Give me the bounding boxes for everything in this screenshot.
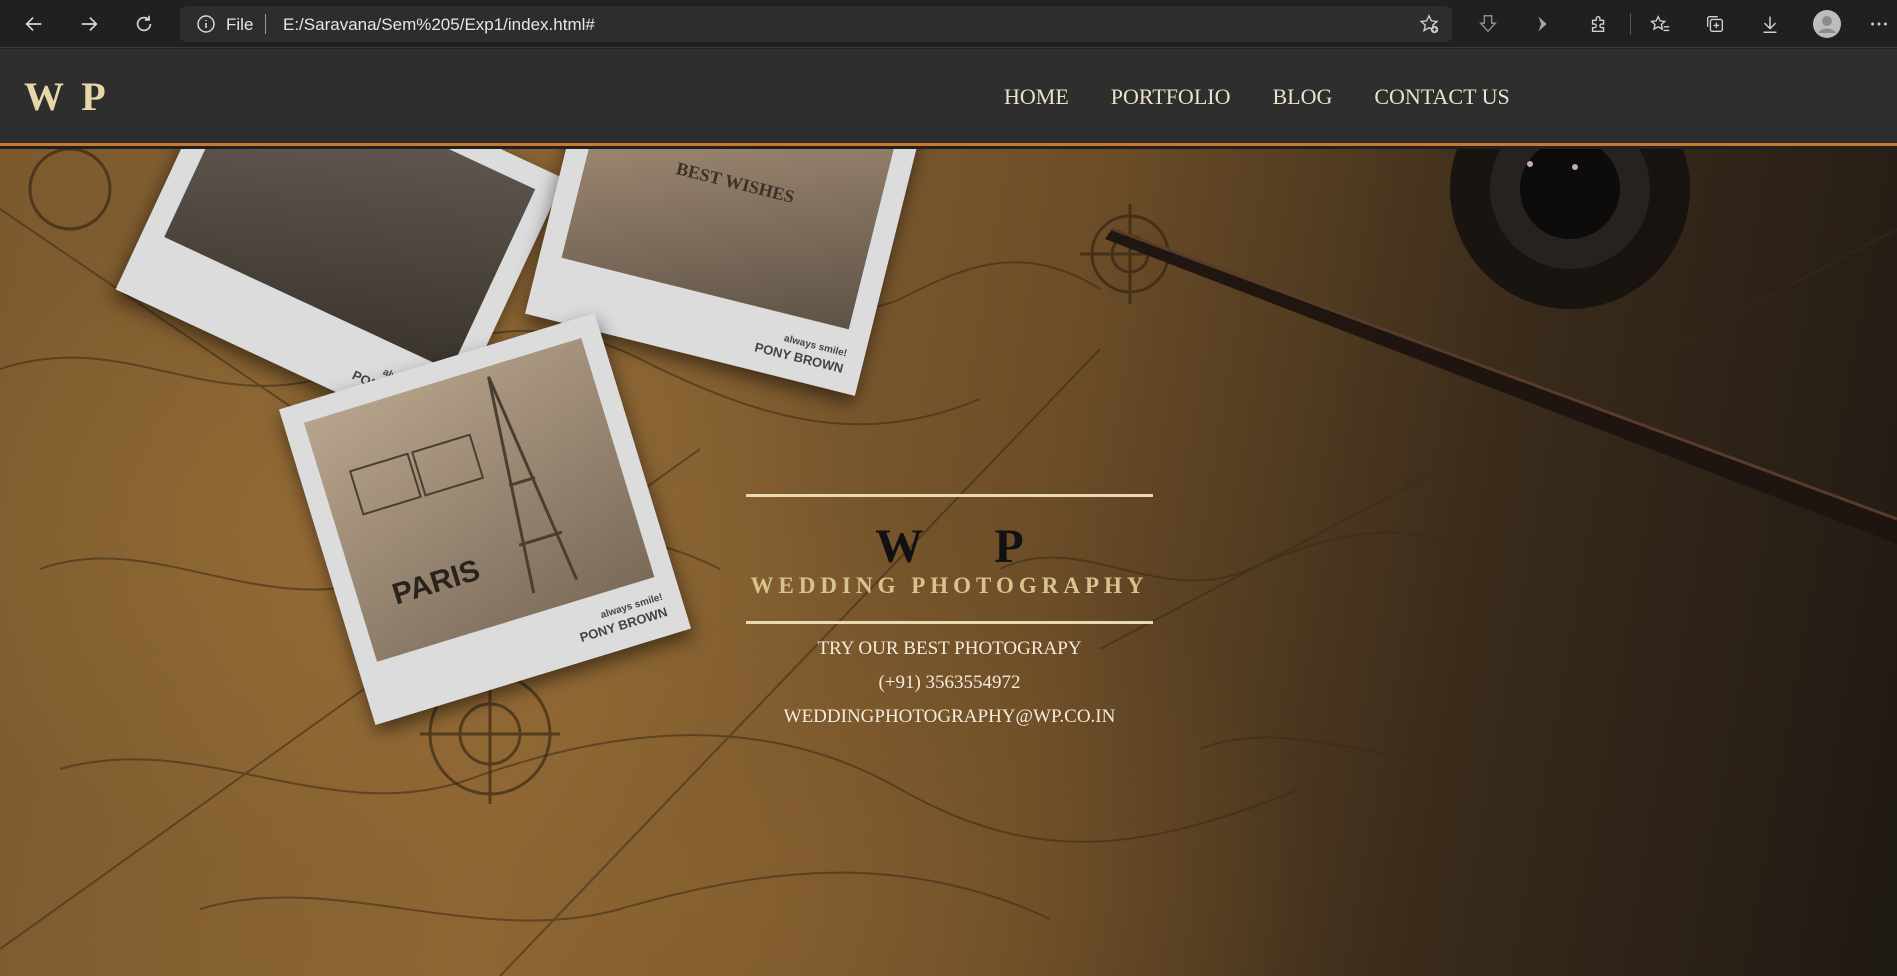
site-header: W P HOME PORTFOLIO BLOG CONTACT US [0, 49, 1897, 146]
contact-phone: (+91) 3563554972 [878, 672, 1021, 693]
address-divider [265, 14, 266, 34]
bottom-divider [746, 621, 1153, 624]
refresh-icon [136, 15, 152, 32]
collections-button[interactable] [1701, 10, 1729, 38]
browser-toolbar: File E:/Saravana/Sem%205/Exp1/index.html… [0, 0, 1897, 48]
extensions-icon [1591, 16, 1605, 33]
hero-subtitle: WEDDING PHOTOGRAPHY [750, 573, 1149, 598]
polaroid-image: BEST WISHES [561, 149, 899, 330]
downloads-button[interactable] [1756, 10, 1784, 38]
hero-logo: W P [875, 520, 1054, 573]
hero-content: W P WEDDING PHOTOGRAPHY TRY OUR BEST PHO… [746, 494, 1153, 728]
collections-icon [1706, 15, 1724, 33]
extension-download-button[interactable] [1474, 10, 1502, 38]
back-button[interactable] [18, 8, 50, 40]
address-scheme: File [226, 15, 254, 34]
favorites-button[interactable] [1646, 10, 1674, 38]
polaroid-image [164, 149, 536, 371]
address-bar[interactable]: File E:/Saravana/Sem%205/Exp1/index.html… [180, 6, 1452, 42]
forward-button[interactable] [73, 8, 105, 40]
address-url[interactable]: E:/Saravana/Sem%205/Exp1/index.html# [283, 15, 595, 35]
chevron-right-icon [1538, 16, 1547, 32]
profile-button[interactable] [1813, 10, 1841, 38]
hero-section: always smile! PONY BROWN BEST WISHES alw… [0, 149, 1897, 976]
top-divider [746, 494, 1153, 497]
polaroid-caption: always smile! PONY BROWN [753, 325, 848, 376]
more-button[interactable] [1865, 10, 1893, 38]
site-logo[interactable]: W P [24, 73, 110, 120]
more-icon [1871, 22, 1887, 26]
favorites-icon [1650, 15, 1670, 32]
polaroid-header-text: BEST WISHES [674, 158, 797, 207]
toolbar-divider [1630, 13, 1631, 35]
nav-contact-us[interactable]: CONTACT US [1374, 84, 1509, 110]
extension-download-icon [1479, 15, 1497, 33]
back-icon [25, 16, 42, 32]
info-icon[interactable] [196, 14, 216, 34]
extensions-button[interactable] [1585, 10, 1613, 38]
add-favorite-icon[interactable] [1418, 13, 1440, 35]
forward-icon [81, 16, 98, 32]
nav-home[interactable]: HOME [1004, 84, 1069, 110]
nav-portfolio[interactable]: PORTFOLIO [1111, 84, 1231, 110]
main-nav: HOME PORTFOLIO BLOG CONTACT US [1004, 84, 1552, 110]
extension-arrow-button[interactable] [1529, 10, 1557, 38]
refresh-button[interactable] [128, 8, 160, 40]
profile-icon [1813, 10, 1841, 38]
downloads-icon [1763, 16, 1777, 33]
hero-tagline: TRY OUR BEST PHOTOGRAPY [817, 638, 1082, 659]
contact-email: WEDDINGPHOTOGRAPHY@WP.CO.IN [783, 706, 1116, 727]
polaroid-caption: always smile! PONY BROWN [574, 590, 669, 645]
nav-blog[interactable]: BLOG [1272, 84, 1332, 110]
